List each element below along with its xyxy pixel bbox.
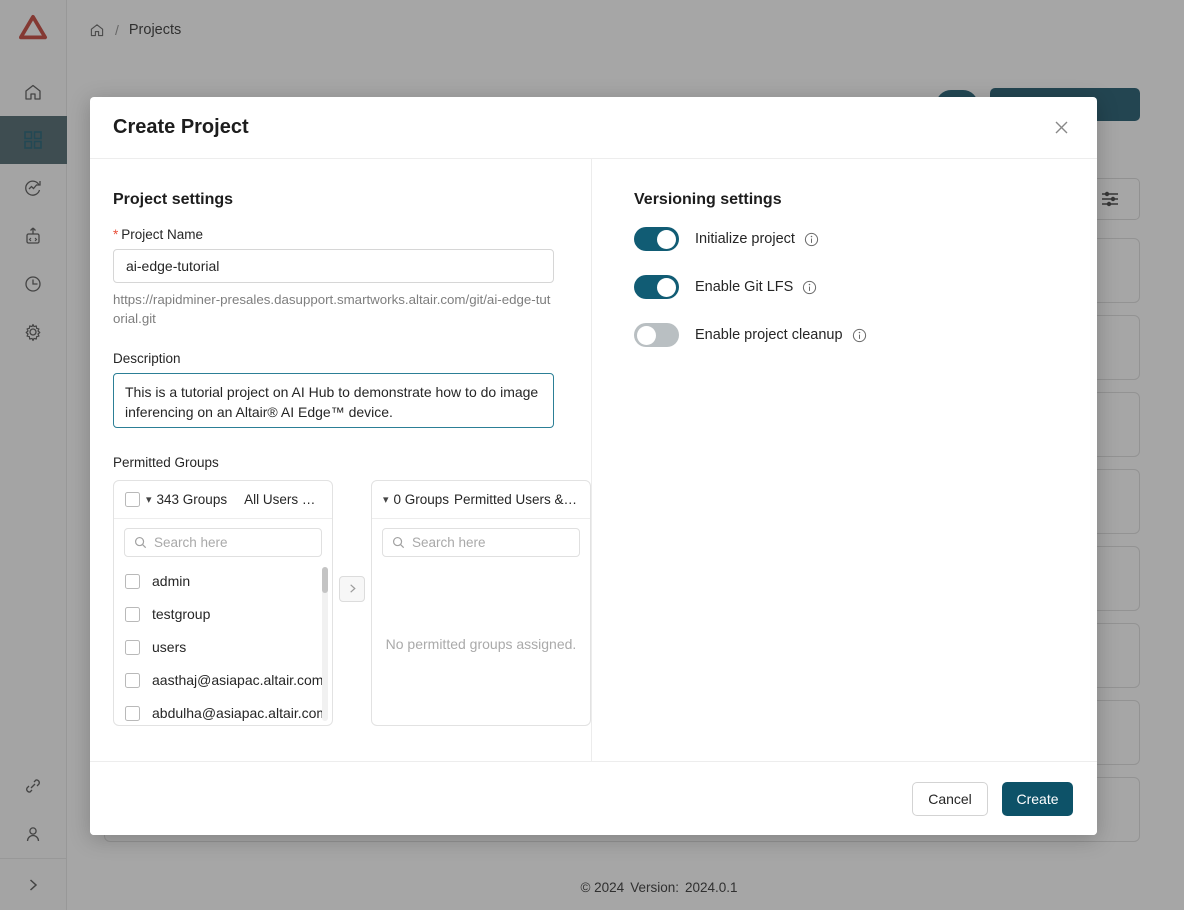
item-checkbox[interactable] — [125, 574, 140, 589]
list-scrollbar-thumb[interactable] — [322, 567, 328, 593]
initialize-project-row: Initialize project — [634, 227, 1097, 251]
all-groups-list[interactable]: admin testgroup users — [114, 563, 332, 725]
move-to-permitted-button[interactable] — [339, 576, 365, 602]
create-project-modal: Create Project Project settings *Project… — [90, 97, 1097, 835]
project-name-label-text: Project Name — [121, 227, 203, 242]
permitted-groups-count: 0 Groups — [393, 492, 449, 507]
cancel-button[interactable]: Cancel — [912, 782, 988, 816]
permitted-groups-transfer: ▾ 343 Groups All Users & Groups — [113, 480, 591, 726]
chevron-down-icon[interactable]: ▾ — [146, 493, 152, 506]
list-item-label: admin — [152, 573, 190, 589]
enable-project-cleanup-row: Enable project cleanup — [634, 323, 1097, 347]
initialize-project-label: Initialize project — [695, 231, 795, 247]
modal-footer: Cancel Create — [90, 761, 1097, 835]
permitted-search-wrap — [372, 519, 590, 563]
list-item-label: aasthaj@asiapac.altair.com — [152, 672, 323, 688]
all-users-groups-title: All Users & Groups — [244, 492, 321, 507]
item-checkbox[interactable] — [125, 607, 140, 622]
list-item[interactable]: aasthaj@asiapac.altair.com — [114, 664, 332, 697]
chevron-right-icon — [347, 583, 358, 594]
permitted-groups-header: ▾ 0 Groups Permitted Users & Gro... — [372, 481, 590, 519]
enable-git-lfs-row: Enable Git LFS — [634, 275, 1097, 299]
project-name-label: *Project Name — [113, 227, 591, 242]
list-item-label: abdulha@asiapac.altair.com — [152, 705, 328, 721]
chevron-down-icon[interactable]: ▾ — [383, 493, 389, 506]
search-icon — [134, 536, 147, 549]
all-groups-search-wrap — [114, 519, 332, 563]
list-item[interactable]: admin — [114, 565, 332, 598]
modal-body: Project settings *Project Name https://r… — [90, 159, 1097, 761]
toggle-knob — [637, 326, 656, 345]
toggle-knob — [657, 278, 676, 297]
close-icon — [1053, 119, 1070, 136]
info-icon[interactable] — [852, 328, 867, 343]
permitted-groups-title: Permitted Users & Gro... — [454, 492, 579, 507]
initialize-project-toggle[interactable] — [634, 227, 679, 251]
project-settings-column: Project settings *Project Name https://r… — [90, 159, 591, 761]
required-marker: * — [113, 227, 118, 242]
description-textarea[interactable] — [113, 373, 554, 428]
all-groups-search[interactable] — [124, 528, 322, 557]
git-url-helper: https://rapidminer-presales.dasupport.sm… — [113, 290, 554, 329]
transfer-controls — [333, 480, 371, 602]
permitted-groups-search-input[interactable] — [412, 535, 589, 550]
info-icon[interactable] — [802, 280, 817, 295]
search-icon — [392, 536, 405, 549]
modal-header: Create Project — [90, 97, 1097, 159]
item-checkbox[interactable] — [125, 706, 140, 721]
list-item-label: users — [152, 639, 186, 655]
permitted-groups-empty-message: No permitted groups assigned. — [372, 563, 590, 725]
app-root: / Projects — [0, 0, 1184, 910]
create-button[interactable]: Create — [1002, 782, 1073, 816]
permitted-users-groups-panel: ▾ 0 Groups Permitted Users & Gro... — [371, 480, 591, 726]
versioning-heading: Versioning settings — [634, 191, 1097, 209]
enable-project-cleanup-label: Enable project cleanup — [695, 327, 843, 343]
all-groups-count: 343 Groups — [157, 492, 228, 507]
all-users-groups-panel: ▾ 343 Groups All Users & Groups — [113, 480, 333, 726]
modal-title: Create Project — [113, 116, 249, 139]
item-checkbox[interactable] — [125, 640, 140, 655]
permitted-groups-search[interactable] — [382, 528, 580, 557]
column-divider — [591, 159, 592, 761]
toggle-knob — [657, 230, 676, 249]
description-label: Description — [113, 351, 591, 366]
info-icon[interactable] — [804, 232, 819, 247]
select-all-checkbox[interactable] — [125, 492, 140, 507]
enable-project-cleanup-toggle[interactable] — [634, 323, 679, 347]
list-item[interactable]: users — [114, 631, 332, 664]
versioning-settings-column: Versioning settings Initialize project — [591, 159, 1097, 761]
close-button[interactable] — [1047, 114, 1075, 142]
list-item-label: testgroup — [152, 606, 210, 622]
enable-git-lfs-toggle[interactable] — [634, 275, 679, 299]
list-item[interactable]: abdulha@asiapac.altair.com — [114, 697, 332, 725]
all-users-groups-header: ▾ 343 Groups All Users & Groups — [114, 481, 332, 519]
enable-git-lfs-label: Enable Git LFS — [695, 279, 793, 295]
project-name-input[interactable] — [113, 249, 554, 283]
all-groups-search-input[interactable] — [154, 535, 331, 550]
item-checkbox[interactable] — [125, 673, 140, 688]
permitted-groups-label: Permitted Groups — [113, 455, 591, 470]
list-item[interactable]: testgroup — [114, 598, 332, 631]
project-settings-heading: Project settings — [113, 191, 591, 209]
